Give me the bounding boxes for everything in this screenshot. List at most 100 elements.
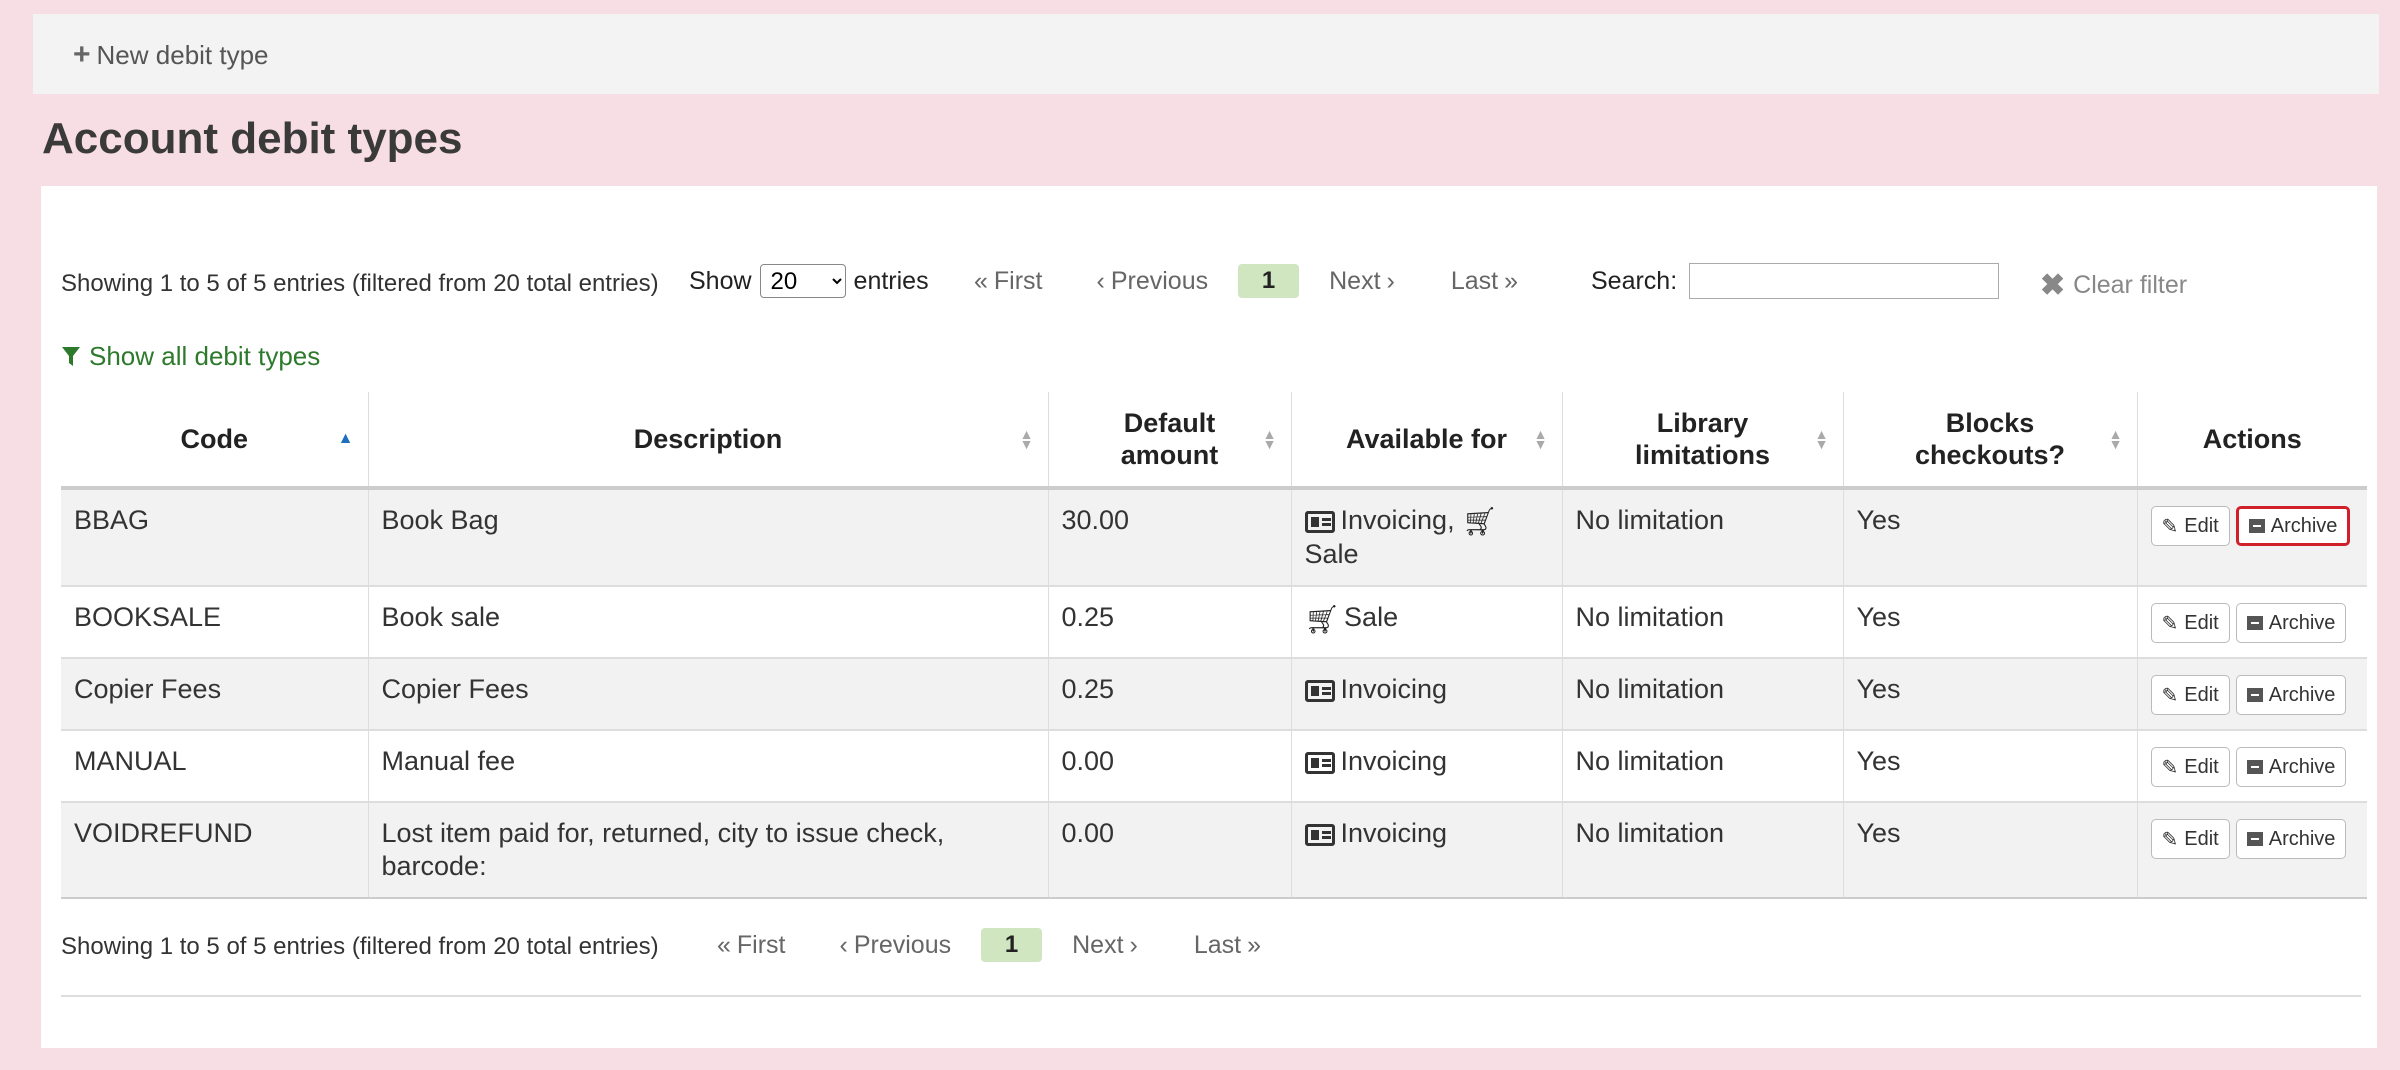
cell-blocks-checkouts: Yes — [1843, 488, 2138, 588]
table-info-top: Showing 1 to 5 of 5 entries (filtered fr… — [61, 270, 659, 297]
archive-button[interactable]: Archive — [2235, 675, 2347, 716]
previous-page-link[interactable]: ‹ Previous — [1097, 267, 1209, 296]
edit-button[interactable]: ✎ Edit — [2150, 506, 2230, 546]
last-page-link[interactable]: Last » — [1194, 931, 1261, 960]
toolbar: + New debit type — [33, 14, 2379, 94]
clear-filter-button[interactable]: ✖ Clear filter — [2040, 268, 2187, 303]
edit-label: Edit — [2184, 827, 2219, 850]
pencil-icon: ✎ — [2161, 515, 2179, 538]
cell-actions: ✎ Edit Archive — [2137, 658, 2367, 732]
cell-description: Lost item paid for, returned, city to is… — [368, 802, 1049, 900]
column-header-blocks-checkouts[interactable]: Blocks checkouts? ▲ ▼ — [1843, 392, 2138, 488]
column-header-available-for[interactable]: Available for ▲ ▼ — [1291, 392, 1563, 488]
first-label: First — [993, 266, 1043, 295]
cell-blocks-checkouts: Yes — [1843, 586, 2138, 660]
archive-label: Archive — [2268, 755, 2336, 778]
sort-icon: ▲ ▼ — [1533, 426, 1548, 452]
cell-actions: ✎ Edit Archive — [2137, 586, 2367, 660]
id-card-icon — [1304, 824, 1335, 847]
cell-blocks-checkouts: Yes — [1843, 802, 2138, 900]
last-label: Last — [1450, 266, 1499, 295]
cell-library-limitations: No limitation — [1562, 586, 1844, 660]
invoicing-label: Invoicing — [1340, 746, 1448, 777]
pencil-icon: ✎ — [2161, 828, 2179, 851]
cell-default-amount: 30.00 — [1048, 488, 1292, 588]
archive-button[interactable]: Archive — [2235, 819, 2347, 860]
edit-label: Edit — [2184, 514, 2219, 537]
debit-types-table: Code ▲ Description ▲ ▼ Default amount ▲ ▼ … — [61, 392, 2367, 900]
column-header-default-amount[interactable]: Default amount ▲ ▼ — [1048, 392, 1292, 488]
previous-label: Previous — [1110, 266, 1209, 295]
archive-button[interactable]: Archive — [2235, 506, 2351, 546]
invoicing-label: Invoicing — [1340, 818, 1448, 849]
cell-description: Book sale — [368, 586, 1049, 660]
edit-button[interactable]: ✎ Edit — [2150, 675, 2230, 716]
pencil-icon: ✎ — [2161, 684, 2179, 707]
first-page-link[interactable]: « First — [717, 931, 786, 960]
column-header-library-limitations[interactable]: Library limitations ▲ ▼ — [1562, 392, 1844, 488]
table-row: BBAG Book Bag 30.00 Invoicing, 🛒︎ Sale N… — [61, 488, 2367, 588]
id-card-icon — [1304, 752, 1335, 775]
edit-button[interactable]: ✎ Edit — [2150, 747, 2230, 788]
show-all-debit-types-link[interactable]: Show all debit types — [61, 341, 320, 372]
chevron-left-icon: ‹ — [839, 930, 848, 959]
header-library-label: Library — [1656, 408, 1749, 438]
next-label: Next — [1072, 930, 1124, 959]
last-label: Last — [1193, 930, 1242, 959]
edit-button[interactable]: ✎ Edit — [2150, 819, 2230, 860]
table-info-bottom: Showing 1 to 5 of 5 entries (filtered fr… — [61, 933, 659, 960]
archive-button[interactable]: Archive — [2235, 747, 2347, 788]
cell-blocks-checkouts: Yes — [1843, 730, 2138, 804]
filter-icon — [62, 346, 80, 366]
current-page-button[interactable]: 1 — [1238, 264, 1300, 298]
archive-label: Archive — [2268, 827, 2336, 850]
current-page-button[interactable]: 1 — [981, 928, 1043, 962]
search-control: Search: — [1591, 263, 2000, 299]
double-chevron-right-icon: » — [1504, 266, 1519, 295]
cell-description: Manual fee — [368, 730, 1049, 804]
table-row: MANUAL Manual fee 0.00 Invoicing No limi… — [61, 730, 2367, 804]
close-icon: ✖ — [2040, 269, 2066, 302]
column-header-code[interactable]: Code ▲ — [61, 392, 369, 488]
cell-available-for: 🛒︎ Sale — [1291, 586, 1563, 660]
archive-button[interactable]: Archive — [2235, 603, 2347, 644]
double-chevron-left-icon: « — [974, 266, 988, 295]
cell-code: BBAG — [61, 488, 369, 588]
cell-description: Copier Fees — [368, 658, 1049, 732]
page-title: Account debit types — [42, 114, 463, 163]
cell-code: VOIDREFUND — [61, 802, 369, 900]
entries-label: entries — [853, 266, 929, 295]
edit-label: Edit — [2184, 611, 2219, 634]
edit-button[interactable]: ✎ Edit — [2150, 603, 2230, 644]
new-debit-type-button[interactable]: + New debit type — [73, 38, 269, 72]
cell-code: Copier Fees — [61, 658, 369, 732]
cell-actions: ✎ Edit Archive — [2137, 730, 2367, 804]
header-available-for-label: Available for — [1345, 424, 1508, 454]
cell-library-limitations: No limitation — [1562, 802, 1844, 900]
first-page-link[interactable]: « First — [974, 267, 1043, 296]
cell-available-for: Invoicing, 🛒︎ Sale — [1291, 488, 1563, 588]
column-header-description[interactable]: Description ▲ ▼ — [368, 392, 1049, 488]
cell-default-amount: 0.00 — [1048, 802, 1292, 900]
previous-page-link[interactable]: ‹ Previous — [840, 931, 952, 960]
header-limitations-label: limitations — [1634, 440, 1770, 470]
header-code-label: Code — [180, 424, 249, 454]
chevron-left-icon: ‹ — [1096, 266, 1105, 295]
header-description-label: Description — [633, 424, 783, 454]
pencil-icon: ✎ — [2161, 756, 2179, 779]
sort-ascending-icon: ▲ — [337, 430, 354, 447]
edit-label: Edit — [2184, 755, 2219, 778]
cell-default-amount: 0.00 — [1048, 730, 1292, 804]
last-page-link[interactable]: Last » — [1451, 267, 1518, 296]
next-page-link[interactable]: Next › — [1329, 267, 1395, 296]
next-page-link[interactable]: Next › — [1072, 931, 1138, 960]
new-debit-type-label: New debit type — [96, 39, 269, 70]
search-label: Search: — [1591, 266, 1678, 295]
search-input[interactable] — [1689, 263, 2000, 299]
cell-description: Book Bag — [368, 488, 1049, 588]
header-actions-label: Actions — [2202, 424, 2302, 454]
header-blocks-label: Blocks — [1945, 408, 2035, 438]
table-row: Copier Fees Copier Fees 0.25 Invoicing N… — [61, 658, 2367, 732]
table-row: VOIDREFUND Lost item paid for, returned,… — [61, 802, 2367, 900]
page-length-select[interactable]: 20 — [759, 264, 846, 298]
